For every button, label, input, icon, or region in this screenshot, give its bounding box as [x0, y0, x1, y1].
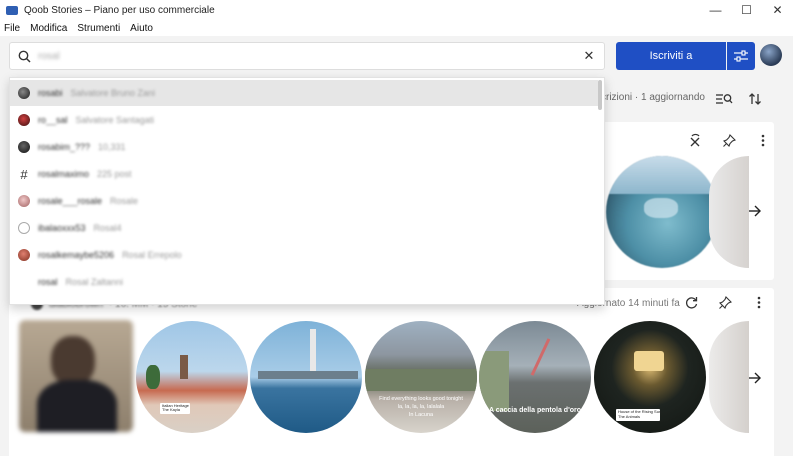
- suggestion-post-count: 225 post: [97, 169, 132, 179]
- search-bar[interactable]: rosal ✕: [9, 42, 605, 70]
- suggestion-fullname: Rosal Errepolo: [122, 250, 182, 260]
- story-caption: A caccia della pentola d'oro: [488, 407, 582, 414]
- main-area: rosal ✕ Iscriviti a scrizioni · 1 aggior…: [0, 36, 793, 456]
- suggestion-item[interactable]: rosal Rosal Zaltanni: [10, 269, 598, 295]
- suggestion-avatar: [18, 195, 30, 207]
- suggestion-avatar: [18, 87, 30, 99]
- suggestion-item[interactable]: ro__sal Salvatore Santagati: [10, 107, 598, 133]
- close-button[interactable]: ✕: [762, 0, 793, 20]
- suggestion-username: rosal: [38, 277, 58, 287]
- suggestion-item[interactable]: rosalkemaybe5206 Rosal Errepolo: [10, 242, 598, 268]
- more-options-icon[interactable]: [753, 130, 773, 150]
- story-thumbnail[interactable]: A caccia della pentola d'oro: [479, 321, 591, 433]
- profile-avatar[interactable]: [760, 44, 782, 66]
- suggestion-username: rosabim_???: [38, 142, 91, 152]
- suggestion-item[interactable]: rosabim_??? 10,331: [10, 134, 598, 160]
- filter-settings-button[interactable]: [727, 42, 755, 70]
- story-thumbnail[interactable]: [606, 156, 718, 268]
- pin-icon[interactable]: [715, 292, 735, 312]
- suggestion-item[interactable]: ibalaoxxx53 Rosal4: [10, 215, 598, 241]
- story-thumbnail[interactable]: [709, 156, 749, 268]
- sliders-icon: [734, 50, 748, 62]
- pin-icon[interactable]: [719, 130, 739, 150]
- search-input[interactable]: rosal: [38, 51, 574, 62]
- filter-list-icon[interactable]: [715, 92, 733, 109]
- suggestion-fullname: Salvatore Santagati: [75, 115, 155, 125]
- story-thumbnail[interactable]: [250, 321, 362, 433]
- dropdown-scrollbar[interactable]: [598, 80, 602, 110]
- app-icon: [6, 5, 18, 15]
- clear-search-icon[interactable]: ✕: [574, 48, 604, 64]
- subscriptions-status: scrizioni · 1 aggiornando: [596, 92, 705, 103]
- suggestion-item[interactable]: rosabi Salvatore Bruno Zani: [10, 80, 598, 106]
- menu-file[interactable]: File: [4, 23, 20, 34]
- sort-icon[interactable]: [748, 92, 762, 109]
- suggestion-username: ibalaoxxx53: [38, 223, 86, 233]
- story-thumbnail[interactable]: Find everything looks good tonight la, l…: [365, 321, 477, 433]
- story-thumbnail[interactable]: House of the Rising Sun The Animals: [594, 321, 706, 433]
- suggestion-username: rosale___rosale: [38, 196, 103, 206]
- menu-aiuto[interactable]: Aiuto: [130, 23, 153, 34]
- user-stories-card: diabiobrown · 16. MM · 15 Storie Aggiorn…: [9, 288, 774, 456]
- hashtag-icon: #: [20, 166, 28, 182]
- minimize-button[interactable]: —: [700, 0, 731, 20]
- next-arrow-icon[interactable]: [748, 204, 762, 220]
- next-arrow-icon[interactable]: [748, 371, 762, 387]
- subscribe-button[interactable]: Iscriviti a: [616, 42, 726, 70]
- story-thumbnail[interactable]: [709, 321, 749, 433]
- suggestion-item[interactable]: rosale___rosale Rosale: [10, 188, 598, 214]
- title-bar: Qoob Stories – Piano per uso commerciale…: [0, 0, 793, 20]
- menu-modifica[interactable]: Modifica: [30, 23, 67, 34]
- suggestion-item[interactable]: # rosalmaximo 225 post: [10, 161, 598, 187]
- suggestion-fullname: Rosale: [110, 196, 139, 206]
- suggestion-avatar: [18, 249, 30, 261]
- suggestion-avatar: [18, 114, 30, 126]
- suggestion-fullname: Salvatore Bruno Zani: [70, 88, 156, 98]
- unfollow-icon[interactable]: [685, 130, 705, 150]
- music-tag: House of the Rising Sun The Animals: [616, 409, 661, 421]
- suggestion-fullname: 10,331: [98, 142, 126, 152]
- story-thumbnail[interactable]: Italian Heritage The Kayla: [136, 321, 248, 433]
- menu-strumenti[interactable]: Strumenti: [77, 23, 120, 34]
- menu-bar: File Modifica Strumenti Aiuto: [0, 20, 793, 36]
- refresh-icon[interactable]: [681, 292, 701, 312]
- suggestion-fullname: Rosal4: [93, 223, 122, 233]
- search-icon: [10, 50, 38, 63]
- suggestion-username: ro__sal: [38, 115, 68, 125]
- story-caption: Find everything looks good tonight la, l…: [379, 396, 463, 418]
- suggestion-username: rosalkemaybe5206: [38, 250, 115, 260]
- suggestion-avatar: [18, 141, 30, 153]
- profile-picture[interactable]: [19, 320, 133, 432]
- search-suggestions-dropdown: rosabi Salvatore Bruno Zani ro__sal Salv…: [9, 77, 605, 305]
- music-tag: Italian Heritage The Kayla: [160, 403, 190, 414]
- suggestion-fullname: Rosal Zaltanni: [65, 277, 124, 287]
- suggestion-avatar: [18, 276, 30, 288]
- more-options-icon[interactable]: [749, 292, 769, 312]
- empty-avatar-icon: [18, 222, 30, 234]
- suggestion-username: rosabi: [38, 88, 63, 98]
- window-title: Qoob Stories – Piano per uso commerciale: [24, 4, 215, 16]
- maximize-button[interactable]: ☐: [731, 0, 762, 20]
- suggestion-hashtag: rosalmaximo: [38, 169, 90, 179]
